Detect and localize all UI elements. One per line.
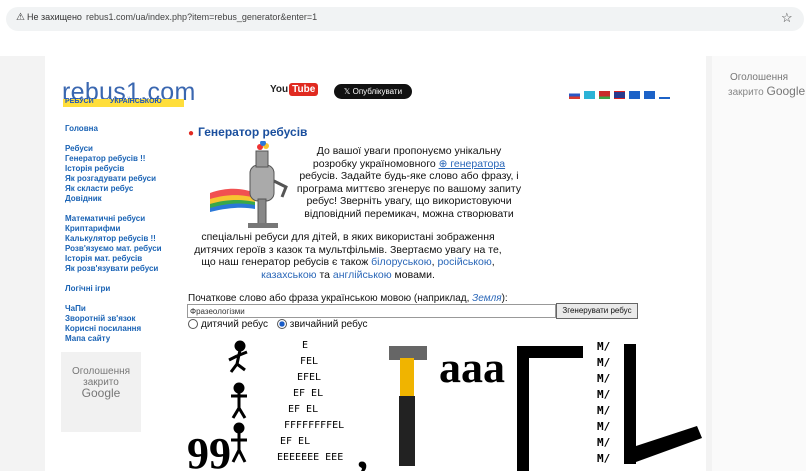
mail-icon[interactable] <box>644 90 655 99</box>
nav-item[interactable]: Математичні ребуси <box>65 214 162 224</box>
nav-item[interactable]: Як скласти ребус <box>65 184 162 194</box>
star-icon[interactable]: ☆ <box>781 10 793 26</box>
svg-text:FFFFFFFFEL: FFFFFFFFEL <box>284 420 344 431</box>
ad-text: Оголошення <box>729 72 789 83</box>
stick-figures <box>228 340 248 463</box>
nav-item[interactable]: Як розгадувати ребуси <box>65 174 162 184</box>
url-text[interactable]: rebus1.com/ua/index.php?item=rebus_gener… <box>86 12 317 22</box>
ad-left[interactable]: Оголошення закрито Google <box>61 352 141 432</box>
generator-link[interactable]: ⊕ генератора <box>439 158 505 170</box>
flag-ru-icon[interactable] <box>569 90 580 99</box>
generate-button[interactable]: Згенерувати ребус <box>556 303 638 319</box>
lang-link-en[interactable]: англійською <box>333 269 392 281</box>
example-link[interactable]: Земля <box>472 293 501 304</box>
svg-text:M/: M/ <box>597 356 611 369</box>
lang-link-by[interactable]: білоруською <box>371 256 431 268</box>
ad-right[interactable]: Оголошення закрито Google <box>712 56 806 471</box>
nav-item[interactable]: Головна <box>65 124 162 134</box>
flag-uk-icon[interactable] <box>614 90 625 99</box>
svg-text:EEEEEEE EEE: EEEEEEE EEE <box>277 452 343 463</box>
x-share-button[interactable]: 𝕏 Опублікувати <box>334 84 412 99</box>
nav-item[interactable]: Довідник <box>65 194 162 204</box>
intro-text: До вашої уваги пропонуємо унікальну розр… <box>296 145 522 220</box>
nav-item[interactable]: ЧаПи <box>65 304 162 314</box>
letter-a: E FEL EFEL EF EL EF EL FFFFFFFFEL EF EL … <box>277 340 344 463</box>
nav-item[interactable]: Історія ребусів <box>65 164 162 174</box>
link-arrow-icon: ⊕ <box>438 157 451 170</box>
security-warning[interactable]: ⚠ Не захищено <box>16 12 82 23</box>
radio-normal[interactable] <box>276 319 287 330</box>
svg-text:ааа: ааа <box>439 343 505 392</box>
nav-item[interactable]: Ребуси <box>65 144 162 154</box>
bookmark-icon[interactable] <box>629 90 640 99</box>
meat-grinder-illustration <box>210 141 288 228</box>
google-logo: Google <box>81 386 121 400</box>
page-title: ● Генератор ребусів <box>188 125 308 139</box>
ad-text-2: закрито Google <box>728 84 806 98</box>
ad-text: Оголошення <box>71 366 131 377</box>
phrase-input[interactable] <box>187 304 556 318</box>
svg-text:99: 99 <box>187 429 231 471</box>
nav-item[interactable]: Історія мат. ребусів <box>65 254 162 264</box>
radio-kids[interactable] <box>188 319 198 330</box>
google-logo: Google <box>766 84 806 98</box>
logo-sub2: УКРАЇНСЬКОЮ <box>110 98 162 105</box>
svg-text:M/: M/ <box>597 404 611 417</box>
svg-text:EF EL: EF EL <box>280 436 310 447</box>
nav-item[interactable]: Генератор ребусів !! <box>65 154 162 164</box>
nav-item[interactable]: Криптарифми <box>65 224 162 234</box>
nav-item[interactable]: Як розв'язувати ребуси <box>65 264 162 274</box>
generated-rebus: 99 E FEL EFEL EF EL EF EL FFFFFFFFEL EF … <box>187 340 702 471</box>
language-flags <box>569 86 674 104</box>
youtube-button[interactable]: You Tube <box>270 83 319 96</box>
svg-text:M/: M/ <box>597 340 611 353</box>
letter-g <box>517 346 583 471</box>
nav-item[interactable]: Логічні ігри <box>65 284 162 294</box>
warning-icon: ⚠ <box>16 12 25 23</box>
nav-item[interactable]: Мапа сайту <box>65 334 162 344</box>
hammer-image <box>389 346 427 466</box>
letter-column: M/ M/ M/ M/ M/ M/ M/ M/ <box>597 340 611 465</box>
flag-kz-icon[interactable] <box>584 90 595 99</box>
left-nav: Головна Ребуси Генератор ребусів !! Істо… <box>65 124 162 344</box>
nav-item[interactable]: Калькулятор ребусів !! <box>65 234 162 244</box>
svg-text:FEL: FEL <box>300 356 318 367</box>
lang-link-kz[interactable]: казахською <box>261 269 316 281</box>
intro-text-2: спеціальні ребуси для дітей, в яких вико… <box>194 231 502 281</box>
nav-item[interactable]: Зворотній зв'язок <box>65 314 162 324</box>
browser-toolbar: ⚠ Не захищено rebus1.com/ua/index.php?ite… <box>0 0 806 36</box>
rebus-type-radios: дитячий ребус звичайний ребус <box>188 319 368 330</box>
nav-item[interactable]: Корисні посилання <box>65 324 162 334</box>
svg-text:EFEL: EFEL <box>297 372 321 383</box>
svg-text:EF EL: EF EL <box>288 404 318 415</box>
phrase-label: Початкове слово або фраза українською мо… <box>188 293 508 304</box>
svg-text:M/: M/ <box>597 372 611 385</box>
bullet-icon: ● <box>188 128 195 139</box>
svg-text:E: E <box>302 340 308 351</box>
font-icon[interactable] <box>659 90 670 99</box>
logo-sub1: РЕБУСИ <box>65 98 94 105</box>
lang-link-ru[interactable]: російською <box>437 256 491 268</box>
svg-text:M/: M/ <box>597 436 611 449</box>
letter-l <box>624 344 702 464</box>
svg-text:EF EL: EF EL <box>293 388 323 399</box>
svg-text:M/: M/ <box>597 388 611 401</box>
svg-text:,: , <box>357 429 368 471</box>
flag-by-icon[interactable] <box>599 90 610 99</box>
svg-text:M/: M/ <box>597 452 611 465</box>
nav-item[interactable]: Розв'язуємо мат. ребуси <box>65 244 162 254</box>
svg-text:M/: M/ <box>597 420 611 433</box>
